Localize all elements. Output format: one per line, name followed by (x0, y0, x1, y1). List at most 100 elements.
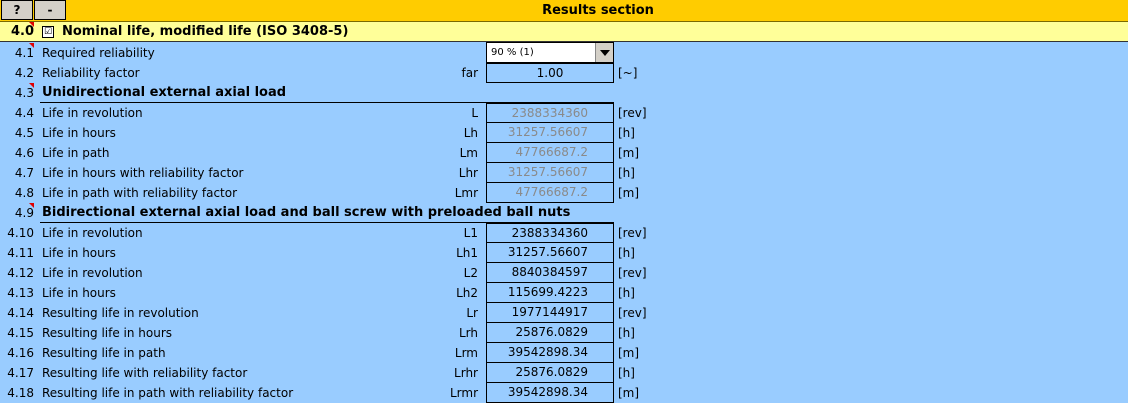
row-label: Life in hours (42, 126, 116, 140)
row-value: 31257.56607 (486, 163, 614, 183)
row-value: 47766687.2 (486, 183, 614, 203)
row-number: 4.13 (7, 286, 34, 300)
row-symbol: L2 (463, 266, 478, 280)
subsection-title: Unidirectional external axial load (42, 85, 287, 100)
row-symbol: Lh (463, 126, 478, 140)
row-label: Life in revolution (42, 226, 143, 240)
section-number: 4.0 (10, 24, 34, 39)
table-row: 4.8 Life in path with reliability factor L… (0, 183, 1128, 203)
reliability-select[interactable]: 90 % (1) (486, 42, 614, 63)
section-title: Nominal life, modified life (ISO 3408-5) (62, 24, 349, 39)
row-number: 4.18 (7, 386, 34, 400)
row-number: 4.17 (7, 366, 34, 380)
table-row: 4.5 Life in hours Lh 31257.56607 [h] (0, 123, 1128, 143)
row-number: 4.11 (7, 246, 34, 260)
row-symbol: Lh1 (456, 246, 478, 260)
row-symbol: L1 (463, 226, 478, 240)
subsection-title: Bidirectional external axial load and ba… (42, 205, 571, 220)
table-row: 4.2 Reliability factor far 1.00 [~] (0, 63, 1128, 83)
row-number: 4.15 (7, 326, 34, 340)
row-label: Life in path with reliability factor (42, 186, 238, 200)
row-label: Life in revolution (42, 106, 143, 120)
row-label: Resulting life with reliability factor (42, 366, 248, 380)
row-label: Resulting life in path (42, 346, 166, 360)
row-symbol: far (461, 66, 478, 80)
results-header-bar: ? - Results section (0, 0, 1128, 22)
row-unit: [h] (618, 286, 635, 300)
subsection-header-row: 4.3 Unidirectional external axial load (0, 83, 1128, 103)
row-number: 4.5 (14, 126, 34, 140)
row-number: 4.9 (14, 206, 34, 220)
table-row: 4.12 Life in revolution L2 8840384597 [rev] (0, 263, 1128, 283)
section-header: 4.0 ☑ Nominal life, modified life (ISO 3… (0, 22, 1128, 42)
row-unit: [rev] (618, 226, 647, 240)
row-value: 8840384597 (486, 263, 614, 283)
row-unit: [h] (618, 126, 635, 140)
row-label: Life in revolution (42, 266, 143, 280)
row-symbol: Lrhr (454, 366, 478, 380)
row-value: 115699.4223 (486, 283, 614, 303)
row-number: 4.12 (7, 266, 34, 280)
row-symbol: L (471, 106, 478, 120)
row-symbol: Lm (459, 146, 478, 160)
row-label: Life in hours (42, 286, 116, 300)
row-value: 47766687.2 (486, 143, 614, 163)
row-number: 4.2 (14, 66, 34, 80)
row-unit: [rev] (618, 306, 647, 320)
row-unit: [h] (618, 246, 635, 260)
row-unit: [m] (618, 346, 640, 360)
row-label: Resulting life in hours (42, 326, 173, 340)
row-unit: [~] (618, 66, 638, 80)
table-row: 4.10 Life in revolution L1 2388334360 [rev] (0, 223, 1128, 243)
row-value: 25876.0829 (486, 323, 614, 343)
row-number: 4.7 (14, 166, 34, 180)
row-number: 4.4 (14, 106, 34, 120)
table-row: 4.13 Life in hours Lh2 115699.4223 [h] (0, 283, 1128, 303)
results-section-title: Results section (542, 3, 654, 18)
row-unit: [rev] (618, 266, 647, 280)
help-button[interactable]: ? (1, 0, 33, 20)
row-symbol: Lhr (458, 166, 478, 180)
row-number: 4.10 (7, 226, 34, 240)
row-label: Life in hours (42, 246, 116, 260)
subsection-header-row: 4.9 Bidirectional external axial load and… (0, 203, 1128, 223)
dropdown-arrow-icon[interactable] (595, 43, 613, 62)
row-symbol: Lrmr (449, 386, 478, 400)
table-row: 4.15 Resulting life in hours Lrh 25876.0829… (0, 323, 1128, 343)
row-number: 4.16 (7, 346, 34, 360)
row-value: 1977144917 (486, 303, 614, 323)
row-unit: [h] (618, 326, 635, 340)
table-row: 4.11 Life in hours Lh1 31257.56607 [h] (0, 243, 1128, 263)
table-row: 4.18 Resulting life in path with reliabil… (0, 383, 1128, 403)
row-label: Resulting life in path with reliability … (42, 386, 294, 400)
row-number: 4.6 (14, 146, 34, 160)
reliability-selected-value: 90 % (1) (491, 47, 534, 58)
row-number: 4.8 (14, 186, 34, 200)
section-checkbox[interactable]: ☑ (42, 26, 54, 38)
row-unit: [m] (618, 386, 640, 400)
row-unit: [m] (618, 186, 640, 200)
row-label: Required reliability (42, 46, 155, 60)
row-label: Resulting life in revolution (42, 306, 199, 320)
row-number: 4.1 (14, 46, 34, 60)
row-label: Life in hours with reliability factor (42, 166, 244, 180)
table-row: 4.7 Life in hours with reliability factor… (0, 163, 1128, 183)
row-unit: [h] (618, 366, 635, 380)
collapse-button[interactable]: - (34, 0, 66, 20)
row-label: Life in path (42, 146, 110, 160)
row-number: 4.14 (7, 306, 34, 320)
row-label: Reliability factor (42, 66, 140, 80)
row-symbol: Lr (466, 306, 478, 320)
row-value: 39542898.34 (486, 383, 614, 403)
row-value: 31257.56607 (486, 243, 614, 263)
row-value: 25876.0829 (486, 363, 614, 383)
row-symbol: Lh2 (456, 286, 478, 300)
table-row: 4.6 Life in path Lm 47766687.2 [m] (0, 143, 1128, 163)
table-row: 4.4 Life in revolution L 2388334360 [rev] (0, 103, 1128, 123)
row-symbol: Lrh (458, 326, 478, 340)
row-value: 39542898.34 (486, 343, 614, 363)
row-symbol: Lmr (454, 186, 478, 200)
row-value[interactable]: 1.00 (486, 63, 614, 83)
row-unit: [m] (618, 146, 640, 160)
row-unit: [rev] (618, 106, 647, 120)
